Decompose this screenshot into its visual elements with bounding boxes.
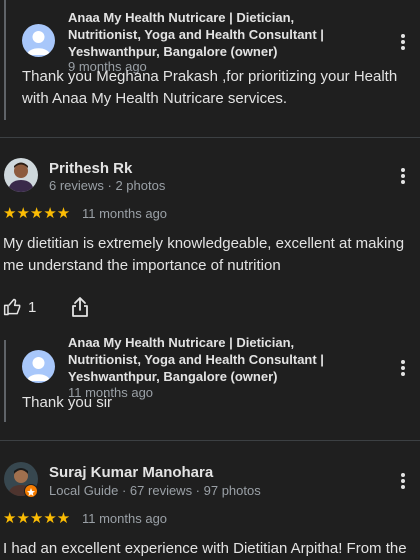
more-vert-icon[interactable]	[398, 471, 408, 491]
share-button[interactable]	[70, 296, 92, 320]
reviewer-stats[interactable]: 6 reviews · 2 photos	[49, 178, 165, 193]
owner-avatar[interactable]	[22, 24, 55, 57]
reviewer-name[interactable]: Prithesh Rk	[49, 160, 132, 177]
more-vert-icon[interactable]	[398, 358, 408, 378]
user-photo	[4, 158, 38, 192]
more-vert-icon[interactable]	[398, 166, 408, 186]
review-time: 11 months ago	[82, 206, 168, 221]
divider	[0, 137, 420, 138]
reply-text: Thank you sir	[22, 394, 113, 411]
star-rating: ★★★★★	[3, 205, 71, 222]
review-text: My dietitian is extremely knowledgeable,…	[3, 235, 405, 274]
local-guide-badge-icon	[24, 484, 38, 498]
avatar[interactable]	[4, 158, 38, 192]
review-text: I had an excellent experience with Dieti…	[3, 540, 407, 557]
owner-name[interactable]: Anaa My Health Nutricare | Dietician, Nu…	[68, 334, 368, 385]
reviewer-stats[interactable]: Local Guide · 67 reviews · 97 photos	[49, 483, 261, 498]
like-button[interactable]: 1	[3, 297, 43, 321]
divider	[0, 440, 420, 441]
thumbs-up-icon	[3, 298, 21, 316]
person-icon	[27, 357, 50, 381]
person-icon	[27, 31, 50, 55]
reply-thread-bar	[4, 340, 6, 422]
more-vert-icon[interactable]	[398, 32, 408, 52]
review-time: 11 months ago	[82, 511, 168, 526]
share-icon	[72, 297, 88, 317]
reply-text: Thank you Meghana Prakash ,for prioritiz…	[22, 68, 398, 107]
like-count: 1	[28, 299, 37, 316]
reply-thread-bar	[4, 0, 6, 120]
star-rating: ★★★★★	[3, 510, 71, 527]
owner-avatar[interactable]	[22, 350, 55, 383]
owner-name[interactable]: Anaa My Health Nutricare | Dietician, Nu…	[68, 9, 368, 60]
reviewer-name[interactable]: Suraj Kumar Manohara	[49, 464, 213, 481]
